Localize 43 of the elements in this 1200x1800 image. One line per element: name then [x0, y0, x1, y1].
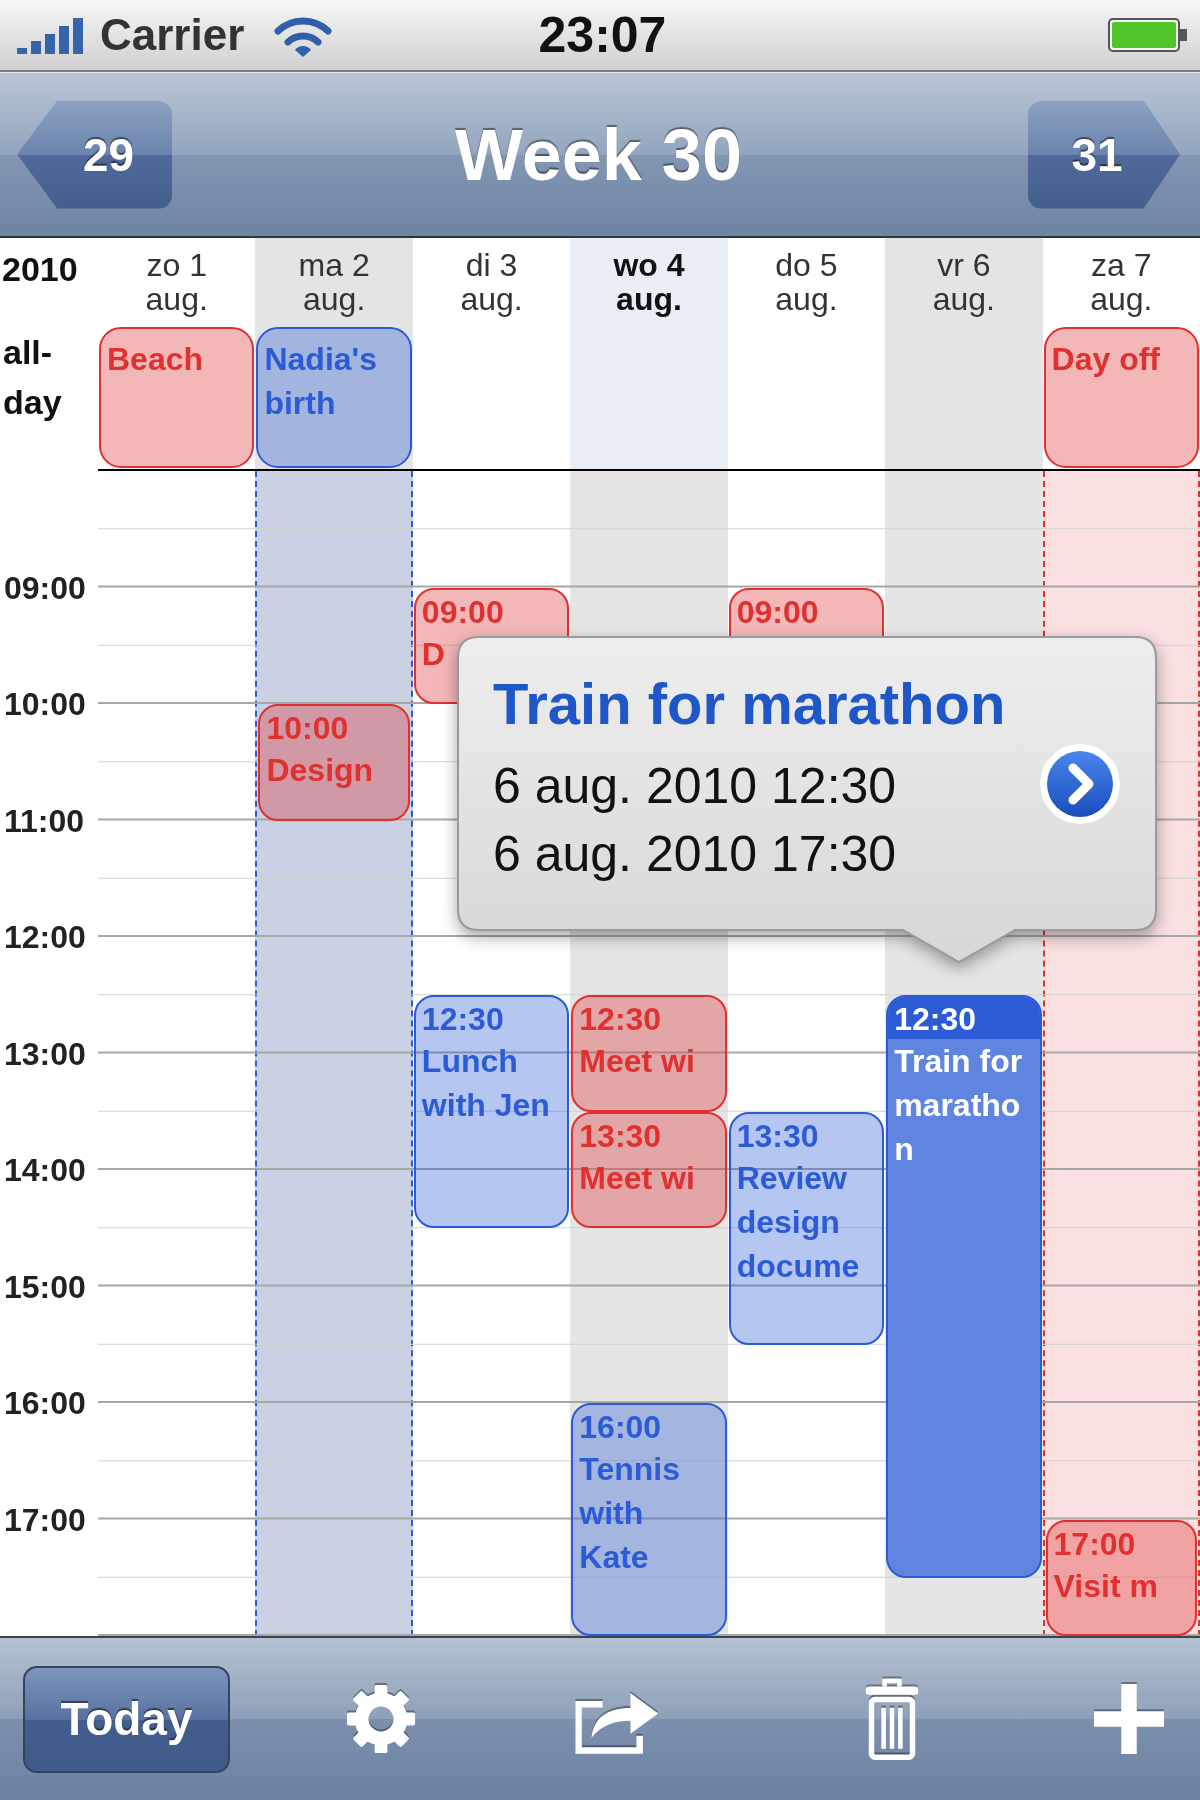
calendar-event[interactable]: 10:00 Design: [258, 704, 410, 821]
day-label: ma 2 aug.: [298, 248, 370, 316]
gear-icon[interactable]: [346, 1684, 416, 1754]
day-label: di 3 aug.: [460, 248, 523, 316]
end-date-time: 6 aug. 2010 17:30: [493, 825, 897, 884]
calendar-event[interactable]: 13:30 Review design docume: [728, 1111, 885, 1345]
week-title: Week 30: [455, 118, 742, 191]
hour-label: 15:00: [4, 1268, 86, 1305]
all-day-label: all-day: [3, 332, 63, 423]
all-day-event[interactable]: Day off: [1043, 327, 1199, 468]
all-day-event[interactable]: Beach: [99, 327, 255, 468]
calendar-event[interactable]: 13:30 Meet wi: [571, 1111, 727, 1229]
next-week-button[interactable]: 31: [1028, 100, 1180, 209]
day-label: za 7 aug.: [1090, 248, 1153, 316]
trash-icon[interactable]: [864, 1678, 920, 1760]
hour-label: 10:00: [4, 686, 86, 722]
year-label: 2010: [2, 250, 78, 288]
calendar-event[interactable]: 12:30 Lunch with Jen: [413, 995, 570, 1229]
start-date-time: 6 aug. 2010 12:30: [493, 757, 897, 816]
hour-label: 12:00: [4, 919, 86, 955]
hour-label: 09:00: [4, 569, 86, 606]
today-button[interactable]: Today: [23, 1665, 230, 1773]
day-label: do 5 aug.: [775, 248, 838, 316]
previous-week-button[interactable]: 29: [17, 100, 172, 209]
plus-icon[interactable]: [1094, 1684, 1164, 1754]
detail-button[interactable]: [1039, 743, 1121, 825]
hour-label: 14:00: [4, 1152, 86, 1188]
battery-icon: [1108, 18, 1188, 52]
hour-label: 13:00: [4, 1035, 86, 1072]
day-label: vr 6 aug.: [932, 248, 995, 316]
calendar-event[interactable]: 17:00 Visit m: [1045, 1519, 1197, 1636]
all-day-event[interactable]: Nadia's birth: [256, 327, 412, 468]
calendar-event[interactable]: 16:00 Tennis with Kate: [571, 1403, 727, 1636]
clock-time: 23:07: [538, 10, 667, 60]
calendar-event[interactable]: 12:30 Train for marathon: [886, 995, 1042, 1578]
hour-label: 11:00: [4, 802, 85, 839]
day-label: zo 1 aug.: [145, 248, 208, 316]
calendar-event[interactable]: 12:30 Meet wi: [571, 995, 727, 1112]
chevron-right-icon: [1039, 743, 1121, 825]
day-label: wo 4 aug.: [613, 248, 685, 316]
hour-label: 17:00: [4, 1501, 86, 1538]
hour-label: 16:00: [4, 1385, 86, 1421]
carrier-name: Carrier: [100, 13, 245, 57]
